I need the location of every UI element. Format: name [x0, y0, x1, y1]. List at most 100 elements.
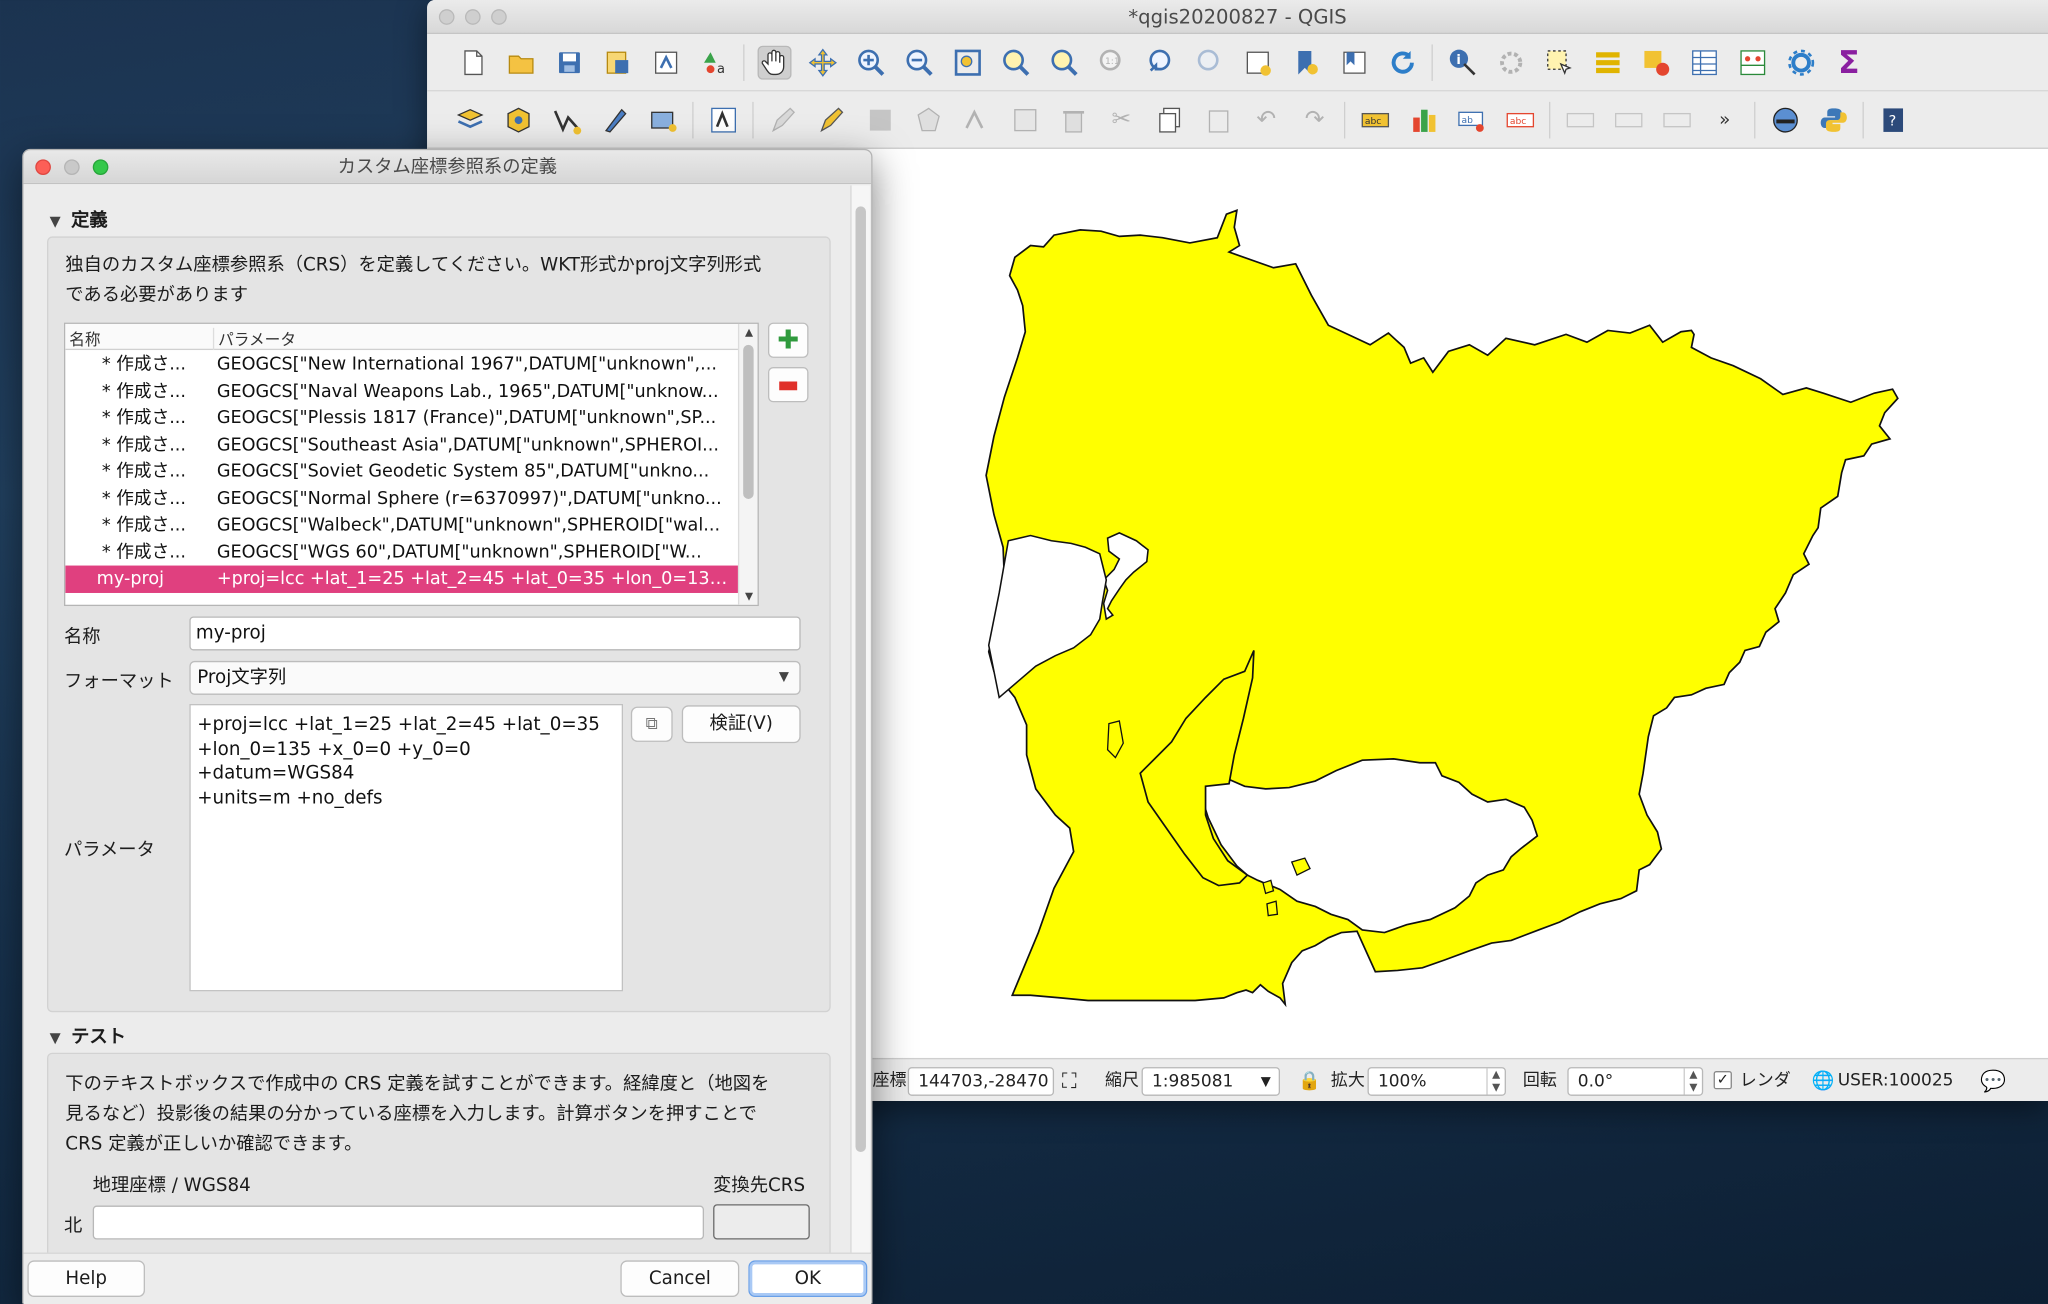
- add-polygon-icon[interactable]: [911, 103, 945, 137]
- new-virtual-layer-icon[interactable]: [646, 103, 680, 137]
- current-crs[interactable]: USER:100025: [1838, 1067, 1954, 1096]
- dialog-scrollbar[interactable]: [850, 185, 870, 1257]
- scroll-thumb[interactable]: [855, 206, 866, 1152]
- magnifier-spinbox[interactable]: 100% ▲ ▼: [1367, 1067, 1506, 1096]
- render-checkbox[interactable]: ✓: [1713, 1071, 1732, 1090]
- paste-features-icon[interactable]: [1201, 103, 1235, 137]
- run-action-icon[interactable]: [1494, 45, 1528, 79]
- add-crs-button[interactable]: ✚: [767, 322, 809, 358]
- toggle-editing-icon[interactable]: [766, 103, 800, 137]
- remove-crs-button[interactable]: ▬: [767, 367, 809, 403]
- field-calculator-icon[interactable]: [1735, 45, 1769, 79]
- test-section-header[interactable]: ▼ テスト: [50, 1023, 126, 1049]
- cut-features-icon[interactable]: ✂: [1104, 103, 1138, 137]
- diagram-tool-icon[interactable]: [1406, 103, 1440, 137]
- lock-scale-icon[interactable]: 🔒: [1298, 1067, 1321, 1096]
- move-label-icon[interactable]: [1611, 103, 1645, 137]
- minimize-dialog-button[interactable]: [63, 159, 80, 176]
- col-name-header[interactable]: 名称: [69, 328, 100, 350]
- table-row[interactable]: * 作成さ... GEOGCS["Normal Sphere (r=6370997…: [65, 485, 738, 512]
- label-tool-icon[interactable]: abc: [1358, 103, 1392, 137]
- identify-icon[interactable]: i: [1445, 45, 1479, 79]
- zoom-selection-icon[interactable]: [999, 45, 1033, 79]
- scroll-thumb[interactable]: [743, 344, 754, 499]
- attribute-table-icon[interactable]: [1590, 45, 1624, 79]
- pin-labels-icon[interactable]: ab: [1454, 103, 1488, 137]
- new-map-view-icon[interactable]: [1240, 45, 1274, 79]
- zoom-dialog-button[interactable]: [92, 159, 109, 176]
- pan-to-selection-icon[interactable]: [805, 45, 839, 79]
- select-features-icon[interactable]: [1542, 45, 1576, 79]
- current-edits-icon[interactable]: [814, 103, 848, 137]
- format-select[interactable]: Proj文字列 ▼: [189, 660, 801, 695]
- table-row-selected[interactable]: my-proj +proj=lcc +lat_1=25 +lat_2=45 +la…: [65, 565, 738, 593]
- vertex-tool-icon[interactable]: [959, 103, 993, 137]
- save-as-icon[interactable]: [600, 45, 634, 79]
- north-input[interactable]: [92, 1205, 704, 1240]
- scroll-down-icon[interactable]: ▼: [739, 590, 757, 602]
- close-dialog-button[interactable]: [35, 159, 51, 176]
- zoom-next-icon[interactable]: [1192, 45, 1226, 79]
- rotation-spinbox[interactable]: 0.0° ▲ ▼: [1567, 1067, 1704, 1096]
- toggle-extents-icon[interactable]: ⛶: [1062, 1067, 1077, 1096]
- crs-globe-icon[interactable]: 🌐: [1812, 1067, 1835, 1096]
- save-project-icon[interactable]: [552, 45, 586, 79]
- label-highlight-icon[interactable]: abc: [1503, 103, 1537, 137]
- zoom-full-icon[interactable]: [950, 45, 984, 79]
- zoom-layer-icon[interactable]: [1047, 45, 1081, 79]
- name-input[interactable]: my-proj: [189, 616, 801, 651]
- show-hide-labels-icon[interactable]: [1563, 103, 1597, 137]
- cancel-button[interactable]: Cancel: [620, 1260, 740, 1297]
- redo-icon[interactable]: ↷: [1298, 103, 1332, 137]
- table-row[interactable]: * 作成さ... GEOGCS["Southeast Asia",DATUM["u…: [65, 432, 738, 459]
- modify-attributes-icon[interactable]: [1008, 103, 1042, 137]
- copy-params-button[interactable]: ⧉: [630, 706, 673, 742]
- spin-arrows-icon[interactable]: ▲ ▼: [1683, 1068, 1702, 1095]
- table-row[interactable]: * 作成さ... GEOGCS["Naval Weapons Lab., 1965…: [65, 378, 738, 405]
- digitize-icon[interactable]: [549, 103, 583, 137]
- change-label-icon[interactable]: »: [1708, 103, 1742, 137]
- open-table-icon[interactable]: [1687, 45, 1721, 79]
- rotate-label-icon[interactable]: [1659, 103, 1693, 137]
- scroll-up-icon[interactable]: ▲: [739, 327, 757, 339]
- save-edits-icon[interactable]: [863, 103, 897, 137]
- python-icon[interactable]: [1816, 103, 1850, 137]
- new-project-icon[interactable]: [455, 45, 489, 79]
- show-bookmarks-icon[interactable]: [1337, 45, 1371, 79]
- ok-button[interactable]: OK: [748, 1260, 868, 1297]
- close-window-button[interactable]: [438, 9, 455, 25]
- validate-button[interactable]: 検証(V): [681, 705, 801, 744]
- messages-icon[interactable]: 💬: [1980, 1067, 2006, 1096]
- coordinate-field[interactable]: 144703,-28470: [907, 1067, 1055, 1096]
- new-geopackage-icon[interactable]: [501, 103, 535, 137]
- zoom-in-icon[interactable]: [854, 45, 888, 79]
- crs-list-table[interactable]: 名称 パラメータ * 作成さ... GEOGCS["New Internation…: [63, 322, 759, 607]
- toolbox-icon[interactable]: [1784, 45, 1818, 79]
- deselect-icon[interactable]: [1639, 45, 1673, 79]
- spin-arrows-icon[interactable]: ▲ ▼: [1486, 1068, 1504, 1095]
- print-layout-icon[interactable]: [648, 45, 682, 79]
- zoom-native-icon[interactable]: 1:1: [1095, 45, 1129, 79]
- parameters-textarea[interactable]: +proj=lcc +lat_1=25 +lat_2=45 +lat_0=35 …: [189, 703, 624, 992]
- open-project-icon[interactable]: [504, 45, 538, 79]
- table-row[interactable]: * 作成さ... GEOGCS["Plessis 1817 (France)",D…: [65, 405, 738, 432]
- zoom-window-button[interactable]: [491, 9, 507, 25]
- data-source-manager-icon[interactable]: [453, 103, 487, 137]
- minimize-window-button[interactable]: [464, 9, 481, 25]
- globe-plugin-icon[interactable]: [1768, 103, 1802, 137]
- delete-selected-icon[interactable]: [1056, 103, 1090, 137]
- table-row[interactable]: * 作成さ... GEOGCS["Soviet Geodetic System 8…: [65, 458, 738, 485]
- table-scrollbar[interactable]: ▲ ▼: [737, 323, 758, 605]
- help-icon[interactable]: ?: [1876, 103, 1910, 137]
- help-button[interactable]: Help: [27, 1260, 145, 1297]
- zoom-out-icon[interactable]: [902, 45, 936, 79]
- pan-hand-icon[interactable]: [756, 45, 791, 80]
- undo-icon[interactable]: ↶: [1249, 103, 1283, 137]
- scale-combo[interactable]: 1:985081 ▼: [1141, 1067, 1280, 1096]
- table-row[interactable]: * 作成さ... GEOGCS["Walbeck",DATUM["unknown"…: [65, 512, 738, 539]
- zoom-last-icon[interactable]: [1144, 45, 1178, 79]
- col-params-header[interactable]: パラメータ: [212, 327, 296, 351]
- refresh-icon[interactable]: [1385, 45, 1419, 79]
- table-row[interactable]: * 作成さ... GEOGCS["New International 1967",…: [65, 351, 738, 378]
- table-row[interactable]: * 作成さ... GEOGCS["WGS 60",DATUM["unknown",…: [65, 539, 738, 566]
